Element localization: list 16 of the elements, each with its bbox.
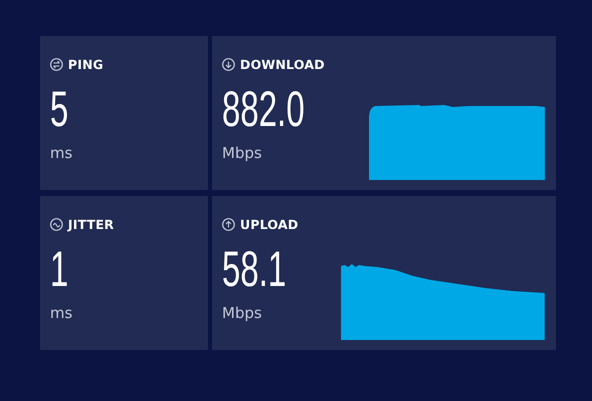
metric-label: UPLOAD: [240, 216, 298, 232]
metric-unit: ms: [50, 144, 74, 162]
metric-label: DOWNLOAD: [240, 56, 325, 72]
metric-unit: Mbps: [222, 144, 263, 162]
metric-value: 882.0: [222, 84, 305, 134]
metric-label: PING: [68, 56, 104, 72]
exchange-icon: [50, 58, 63, 70]
metric-value: 58.1: [222, 244, 286, 294]
metric-value: 5: [50, 84, 68, 134]
metric-value: 1: [50, 244, 68, 294]
metric-unit: ms: [50, 304, 74, 322]
upload-icon: [222, 218, 235, 230]
download-icon: [222, 58, 235, 70]
metric-label: JITTER: [68, 216, 114, 232]
wave-icon: [50, 218, 63, 230]
metric-unit: Mbps: [222, 304, 263, 322]
